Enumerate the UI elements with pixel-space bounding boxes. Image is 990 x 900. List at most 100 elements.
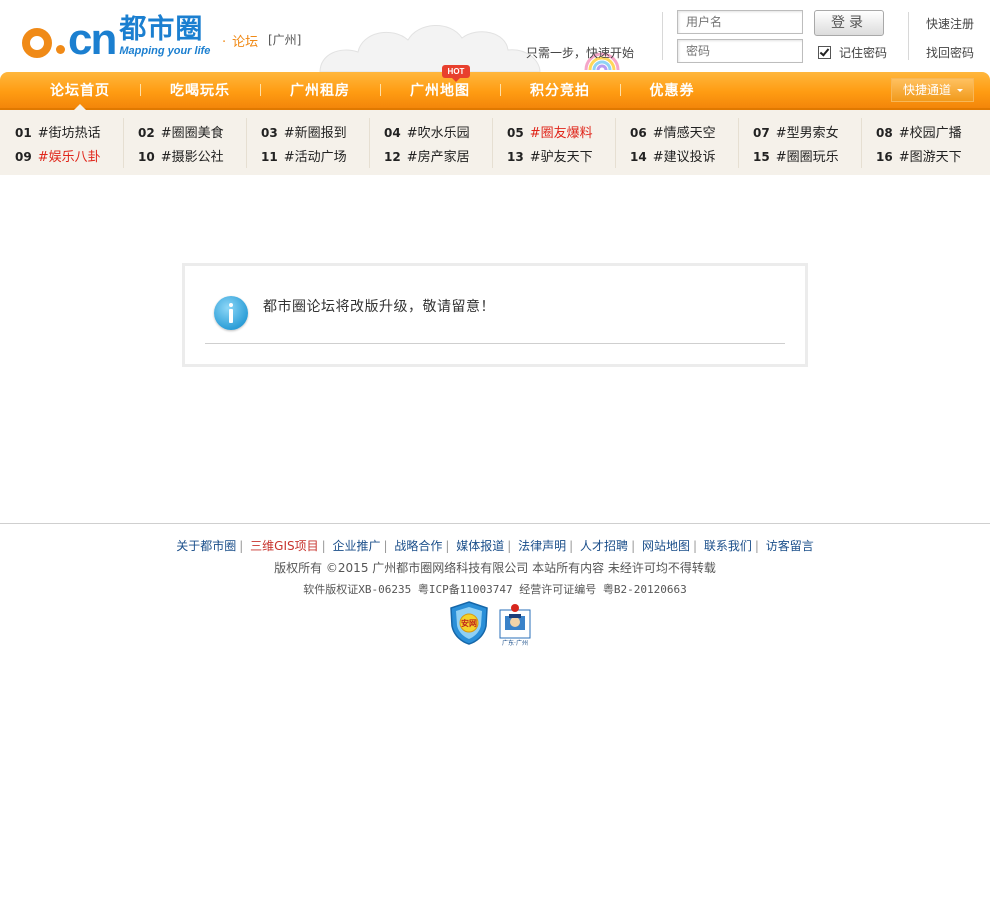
board-column: 05 #圈友爆料 13 #驴友天下 bbox=[492, 118, 616, 168]
nav-item-auction[interactable]: 积分竞拍 bbox=[500, 72, 620, 108]
board-link[interactable]: 03 #新圈报到 bbox=[261, 122, 347, 141]
link-separator: | bbox=[507, 539, 512, 553]
footer-link-promotion[interactable]: 企业推广 bbox=[332, 539, 380, 553]
nav-item-rental[interactable]: 广州租房 bbox=[260, 72, 380, 108]
board-grid: 01 #街坊热话 09 #娱乐八卦 02 #圈圈美食 10 #摄影公社 03 #新圈报到 … bbox=[0, 110, 990, 175]
board-column: 07 #型男索女 15 #圈圈玩乐 bbox=[738, 118, 862, 168]
tagline-prefix: 只需一步， bbox=[526, 46, 587, 60]
password-input[interactable] bbox=[677, 39, 803, 63]
board-number: 11 bbox=[261, 150, 278, 164]
board-name: #房产家居 bbox=[406, 150, 470, 165]
logo-dot-glyph bbox=[56, 45, 65, 54]
license-text: 软件版权证XB-06235 粤ICP备11003747 经营许可证编号 粤B2-… bbox=[303, 583, 687, 596]
board-number: 12 bbox=[384, 150, 401, 164]
nav-item-forum-home[interactable]: 论坛首页 bbox=[20, 72, 140, 110]
notice-box: 都市圈论坛将改版升级，敬请留意！ bbox=[182, 263, 808, 367]
board-link[interactable]: 10 #摄影公社 bbox=[138, 146, 224, 165]
security-shield-icon[interactable]: 安网 bbox=[448, 600, 490, 646]
logo-mark: cn bbox=[22, 16, 117, 62]
recover-password-link[interactable]: 找回密码 bbox=[926, 44, 974, 61]
board-link[interactable]: 07 #型男索女 bbox=[753, 122, 839, 141]
username-input[interactable] bbox=[677, 10, 803, 34]
footer-link-sitemap[interactable]: 网站地图 bbox=[642, 539, 690, 553]
board-name: #圈圈美食 bbox=[160, 126, 224, 141]
copyright-text: 版权所有 ©2015 广州都市圈网络科技有限公司 本站所有内容 未经许可均不得转… bbox=[274, 561, 716, 575]
board-column: 04 #吹水乐园 12 #房产家居 bbox=[369, 118, 493, 168]
board-link[interactable]: 16 #图游天下 bbox=[876, 146, 962, 165]
board-link[interactable]: 08 #校园广播 bbox=[876, 122, 962, 141]
site-logo[interactable]: cn 都市圈 Mapping your life bbox=[22, 16, 210, 62]
hot-badge: HOT bbox=[442, 65, 470, 82]
remember-password[interactable]: 记住密码 bbox=[818, 44, 887, 61]
board-link[interactable]: 13 #驴友天下 bbox=[507, 146, 593, 165]
board-link[interactable]: 05 #圈友爆料 bbox=[507, 122, 593, 141]
board-link[interactable]: 01 #街坊热话 bbox=[15, 122, 101, 141]
quick-start-tagline: 只需一步，快速开始 bbox=[526, 44, 634, 61]
quick-start-link[interactable]: 快速开始 bbox=[586, 46, 634, 60]
footer-link-media[interactable]: 媒体报道 bbox=[456, 539, 504, 553]
login-button[interactable]: 登录 bbox=[814, 10, 884, 36]
board-link[interactable]: 14 #建议投诉 bbox=[630, 146, 716, 165]
footer-link-careers[interactable]: 人才招聘 bbox=[580, 539, 628, 553]
info-icon bbox=[214, 296, 248, 330]
board-number: 07 bbox=[753, 126, 770, 140]
forum-link-label: 论坛 bbox=[232, 35, 259, 50]
footer-link-contact[interactable]: 联系我们 bbox=[704, 539, 752, 553]
board-link[interactable]: 02 #圈圈美食 bbox=[138, 122, 224, 141]
forum-link[interactable]: · 论坛 bbox=[222, 31, 258, 50]
footer-link-guestbook[interactable]: 访客留言 bbox=[766, 539, 814, 553]
board-column: 06 #情感天空 14 #建议投诉 bbox=[615, 118, 739, 168]
notice-message: 都市圈论坛将改版升级，敬请留意！ bbox=[263, 299, 495, 315]
board-name: #圈圈玩乐 bbox=[775, 150, 839, 165]
footer-link-about[interactable]: 关于都市圈 bbox=[176, 539, 236, 553]
board-name: #摄影公社 bbox=[160, 150, 224, 165]
board-link[interactable]: 06 #情感天空 bbox=[630, 122, 716, 141]
board-column: 08 #校园广播 16 #图游天下 bbox=[861, 118, 984, 168]
board-name: #圈友爆料 bbox=[529, 126, 593, 141]
nav-item-map[interactable]: 广州地图 bbox=[380, 72, 500, 108]
board-name: #型男索女 bbox=[775, 126, 839, 141]
main-nav: 论坛首页 吃喝玩乐 广州租房 广州地图 HOT 积分竞拍 优惠券 快捷通道 bbox=[0, 65, 990, 110]
footer-divider bbox=[0, 523, 990, 524]
police-badge-icon[interactable]: 广东·广州 bbox=[494, 600, 536, 648]
quick-access-dropdown[interactable]: 快捷通道 bbox=[891, 78, 974, 102]
logo-o-glyph bbox=[22, 28, 52, 58]
board-name: #吹水乐园 bbox=[406, 126, 470, 141]
board-name: #新圈报到 bbox=[283, 126, 347, 141]
quick-access-label: 快捷通道 bbox=[903, 83, 952, 97]
board-link[interactable]: 15 #圈圈玩乐 bbox=[753, 146, 839, 165]
board-link[interactable]: 11 #活动广场 bbox=[261, 146, 347, 165]
board-number: 16 bbox=[876, 150, 893, 164]
board-column: 03 #新圈报到 11 #活动广场 bbox=[246, 118, 370, 168]
remember-label: 记住密码 bbox=[839, 46, 888, 60]
link-separator: | bbox=[445, 539, 450, 553]
city-selector[interactable]: [广州] bbox=[268, 31, 301, 48]
board-number: 05 bbox=[507, 126, 524, 140]
board-name: #校园广播 bbox=[898, 126, 962, 141]
footer-link-gis[interactable]: 三维GIS项目 bbox=[250, 539, 318, 553]
site-header: cn 都市圈 Mapping your life · 论坛 [广州] 只需一步，快… bbox=[0, 0, 990, 72]
nav-item-coupons[interactable]: 优惠券 bbox=[612, 72, 732, 108]
board-name: #情感天空 bbox=[652, 126, 716, 141]
remember-checkbox[interactable] bbox=[818, 46, 831, 59]
caret-down-icon bbox=[957, 89, 963, 92]
link-separator: | bbox=[754, 539, 759, 553]
board-number: 13 bbox=[507, 150, 524, 164]
board-number: 01 bbox=[15, 126, 32, 140]
footer-link-partnership[interactable]: 战略合作 bbox=[394, 539, 442, 553]
board-link[interactable]: 12 #房产家居 bbox=[384, 146, 470, 165]
board-link[interactable]: 04 #吹水乐园 bbox=[384, 122, 470, 141]
register-link[interactable]: 快速注册 bbox=[926, 15, 974, 32]
board-name: #街坊热话 bbox=[37, 126, 101, 141]
board-link[interactable]: 09 #娱乐八卦 bbox=[15, 146, 101, 165]
link-separator: | bbox=[321, 539, 326, 553]
board-name: #驴友天下 bbox=[529, 150, 593, 165]
bullet-separator: · bbox=[222, 35, 227, 50]
nav-item-food-fun[interactable]: 吃喝玩乐 bbox=[140, 72, 260, 108]
footer-link-legal[interactable]: 法律声明 bbox=[518, 539, 566, 553]
board-number: 08 bbox=[876, 126, 893, 140]
board-name: #图游天下 bbox=[898, 150, 962, 165]
badge-left-label: 安网 bbox=[461, 618, 477, 628]
board-number: 04 bbox=[384, 126, 401, 140]
board-number: 15 bbox=[753, 150, 770, 164]
